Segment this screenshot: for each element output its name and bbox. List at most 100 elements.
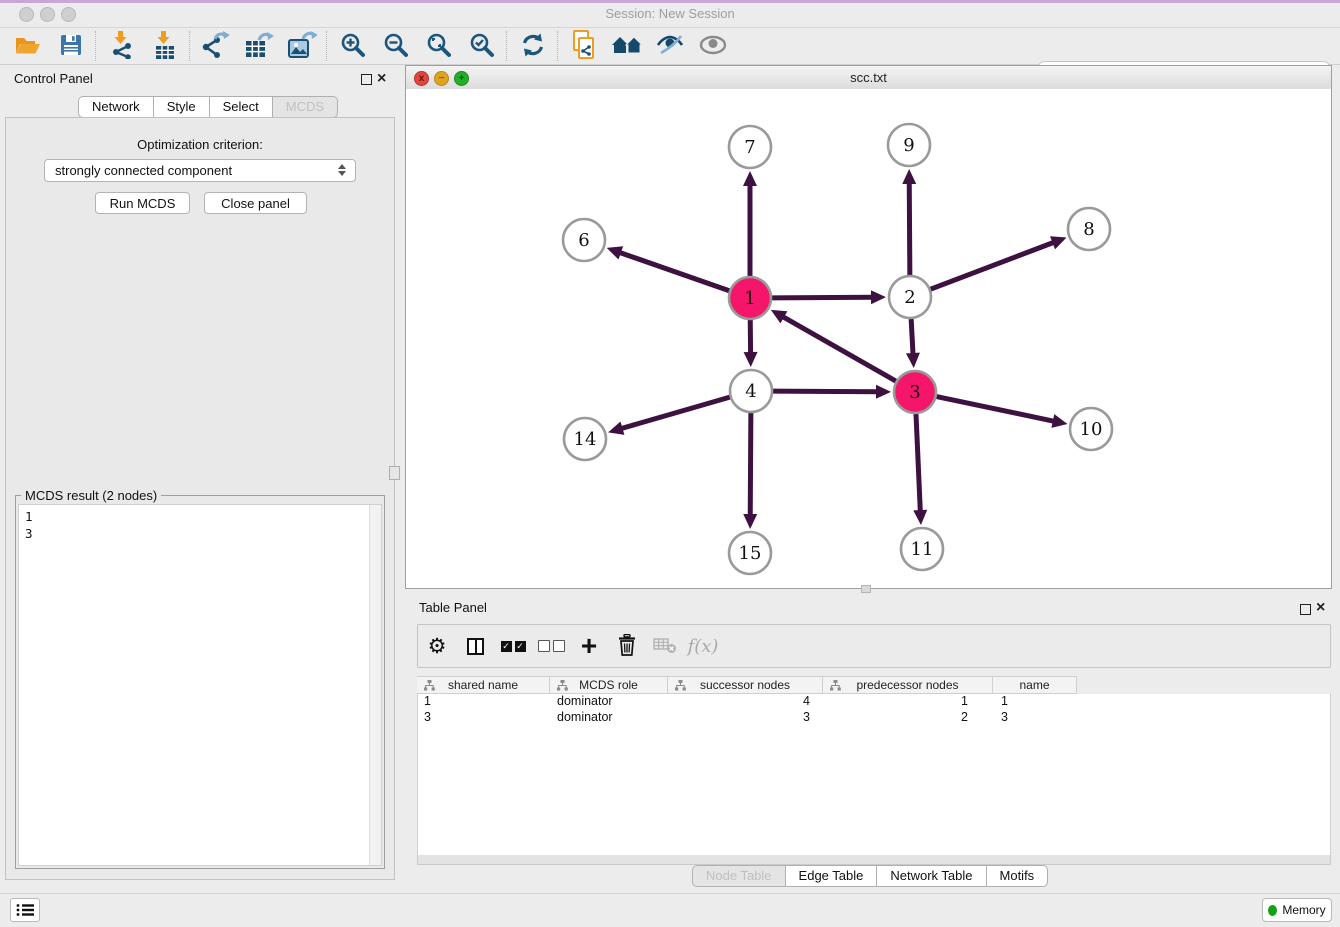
column-header-name[interactable]: name	[993, 676, 1077, 694]
edge-3-11[interactable]	[916, 414, 920, 512]
show-columns-button[interactable]	[456, 638, 494, 655]
table-cell: 1	[824, 694, 994, 710]
toolbar-separator	[189, 31, 191, 61]
graph-node-label: 4	[745, 381, 756, 402]
tab-network[interactable]: Network	[78, 96, 154, 118]
zoom-in-icon	[340, 32, 366, 61]
node-table[interactable]: 1dominator4113dominator323	[417, 694, 1331, 855]
open-session-button[interactable]	[6, 30, 49, 62]
criterion-select[interactable]: strongly connected component	[44, 159, 356, 182]
column-type-icon	[675, 680, 686, 691]
run-mcds-button[interactable]: Run MCDS	[95, 192, 190, 214]
edge-1-2[interactable]	[772, 297, 873, 298]
arrowhead-icon	[608, 421, 624, 434]
table-cell: 1	[994, 694, 1078, 710]
table-bottom-strip	[417, 855, 1331, 865]
edge-2-3[interactable]	[911, 319, 913, 355]
toolbar-separator	[326, 31, 328, 61]
export-image-icon	[287, 31, 317, 62]
network-window-titlebar[interactable]: x − + scc.txt	[406, 66, 1331, 90]
column-header-successor-nodes[interactable]: successor nodes	[668, 676, 823, 694]
graph-node-label: 2	[904, 287, 915, 308]
table-panel-close-icon[interactable]: ×	[1316, 602, 1325, 614]
zoom-fit-button[interactable]	[417, 30, 460, 62]
control-panel-float-icon[interactable]	[361, 74, 372, 85]
table-row[interactable]: 3dominator323	[418, 710, 1330, 726]
table-toolbar: ⚙ ✓✓ + f(x)	[417, 624, 1331, 668]
control-panel-close-icon[interactable]: ×	[377, 73, 386, 85]
tab-style[interactable]: Style	[153, 96, 210, 118]
tab-mcds[interactable]: MCDS	[272, 96, 338, 118]
network-graph: 7968124314101511	[406, 89, 1331, 589]
graph-node-label: 10	[1080, 419, 1103, 440]
table-cell: 3	[994, 710, 1078, 726]
import-network-icon	[108, 31, 136, 62]
zoom-out-icon	[383, 32, 409, 61]
edge-4-15[interactable]	[750, 413, 751, 516]
houses-icon	[611, 33, 643, 60]
edge-3-1[interactable]	[782, 316, 896, 381]
tab-edge-table[interactable]: Edge Table	[785, 865, 878, 887]
tab-select[interactable]: Select	[209, 96, 273, 118]
table-cell: 1	[418, 694, 551, 710]
network-canvas[interactable]: 7968124314101511	[406, 89, 1331, 588]
table-header-row: shared nameMCDS rolesuccessor nodesprede…	[417, 676, 1077, 694]
task-history-button[interactable]	[10, 898, 40, 922]
mcds-result-groupbox: MCDS result (2 nodes) 1 3	[15, 495, 385, 869]
deselect-all-button[interactable]	[532, 640, 570, 652]
home-layout-button[interactable]	[605, 30, 648, 62]
mcds-result-text: 1 3	[19, 505, 381, 545]
memory-button[interactable]: Memory	[1262, 898, 1332, 922]
tab-node-table[interactable]: Node Table	[692, 865, 786, 887]
mcds-result-title: MCDS result (2 nodes)	[21, 488, 161, 503]
result-scrollbar[interactable]	[369, 505, 381, 865]
deselect-all-icon	[538, 640, 565, 652]
column-header-MCDS-role[interactable]: MCDS role	[550, 676, 668, 694]
export-table-button[interactable]	[237, 30, 280, 62]
arrowhead-icon	[876, 385, 891, 399]
hide-selected-button[interactable]	[648, 30, 691, 62]
mcds-result-textarea[interactable]: 1 3	[18, 504, 382, 866]
tab-motifs[interactable]: Motifs	[986, 865, 1049, 887]
graph-node-label: 11	[911, 539, 934, 560]
tab-network-table[interactable]: Network Table	[876, 865, 986, 887]
main-toolbar	[0, 28, 1340, 65]
edge-4-3[interactable]	[773, 391, 878, 392]
save-session-button[interactable]	[49, 30, 92, 62]
control-panel-title: Control Panel	[14, 71, 93, 86]
show-all-button[interactable]	[691, 30, 734, 62]
select-all-button[interactable]: ✓✓	[494, 641, 532, 652]
graph-node-label: 15	[739, 543, 762, 564]
table-row[interactable]: 1dominator411	[418, 694, 1330, 710]
delete-button[interactable]	[608, 634, 646, 659]
column-header-predecessor-nodes[interactable]: predecessor nodes	[823, 676, 993, 694]
edge-2-8[interactable]	[931, 242, 1055, 289]
save-disk-icon	[59, 33, 83, 60]
table-settings-button[interactable]: ⚙	[418, 634, 456, 659]
trash-icon	[617, 634, 637, 659]
table-cell: 3	[669, 710, 824, 726]
refresh-button[interactable]	[511, 30, 554, 62]
export-network-button[interactable]	[194, 30, 237, 62]
pane-divider-grip[interactable]	[861, 585, 871, 593]
import-network-button[interactable]	[100, 30, 143, 62]
zoom-out-button[interactable]	[374, 30, 417, 62]
import-table-icon	[151, 31, 179, 62]
open-folder-icon	[14, 33, 41, 60]
edge-4-14[interactable]	[621, 397, 730, 429]
close-panel-button[interactable]: Close panel	[204, 192, 307, 214]
clone-network-button[interactable]	[562, 30, 605, 62]
export-table-icon	[244, 31, 274, 62]
import-table-button[interactable]	[143, 30, 186, 62]
split-divider-grip[interactable]	[389, 466, 400, 480]
add-column-button[interactable]: +	[570, 636, 608, 656]
window-top-border	[0, 0, 1340, 3]
zoom-selected-button[interactable]	[460, 30, 503, 62]
edge-3-10[interactable]	[937, 397, 1055, 422]
export-image-button[interactable]	[280, 30, 323, 62]
column-header-shared-name[interactable]: shared name	[417, 676, 550, 694]
table-panel-float-icon[interactable]	[1300, 604, 1311, 615]
zoom-in-button[interactable]	[331, 30, 374, 62]
edge-1-6[interactable]	[619, 252, 729, 291]
edge-2-9[interactable]	[909, 182, 910, 275]
